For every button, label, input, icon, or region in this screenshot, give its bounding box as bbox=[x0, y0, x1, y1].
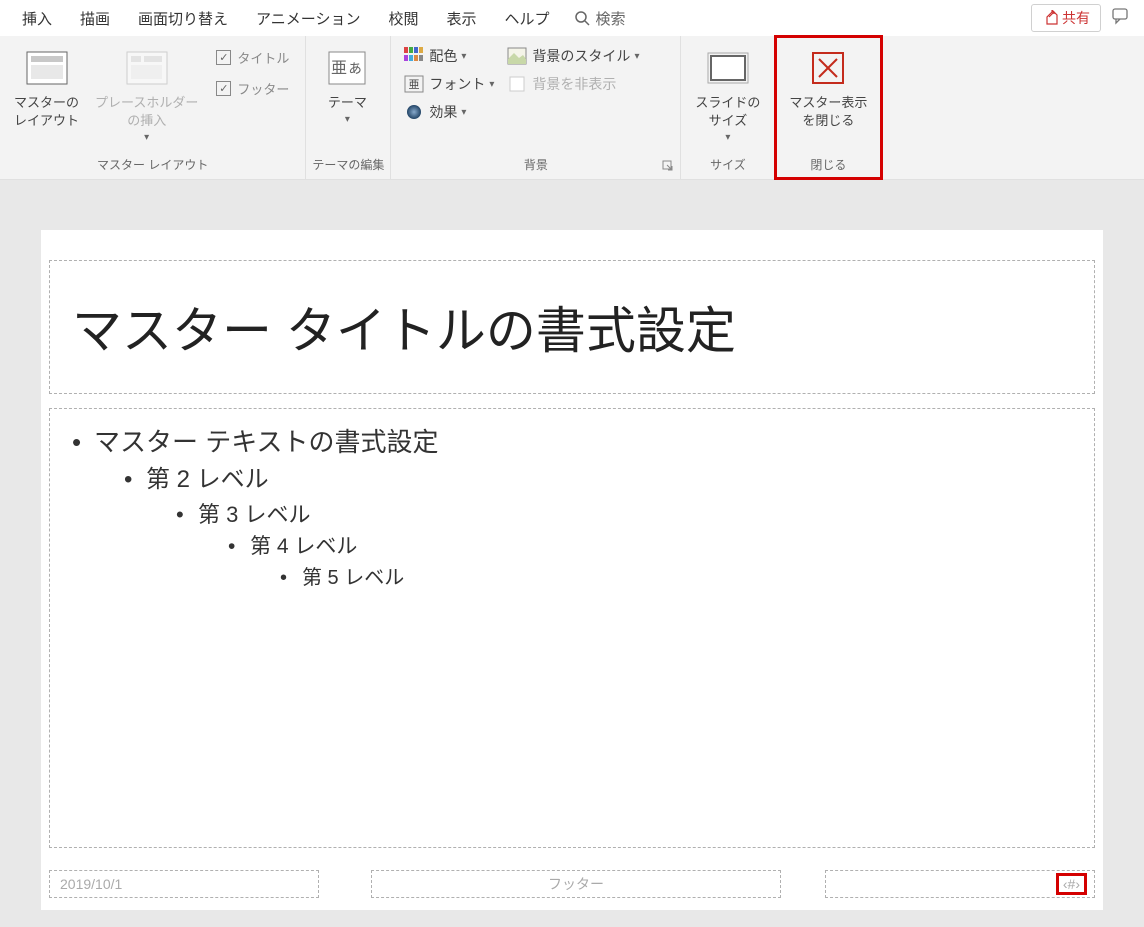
chevron-down-icon: ▾ bbox=[345, 114, 350, 125]
font-label: フォント bbox=[429, 74, 485, 94]
theme-icon: 亜ぁ bbox=[325, 46, 369, 90]
group-label: サイズ bbox=[687, 152, 768, 179]
slide-size-icon bbox=[706, 46, 750, 90]
placeholder-insert-button: プレースホルダー の挿入 ▾ bbox=[87, 40, 206, 149]
date-text: 2019/10/1 bbox=[60, 876, 122, 892]
bg-style-icon bbox=[506, 46, 528, 66]
footer-placeholder[interactable]: フッター bbox=[371, 870, 781, 898]
bullet-level4: 第 4 レベル 第 5 レベル bbox=[228, 531, 1072, 593]
checkbox-footer[interactable]: ✓ フッター bbox=[216, 79, 289, 98]
group-background: 配色 ▾ 亜 フォント ▾ 効果 ▾ bbox=[391, 36, 681, 179]
footer-text: フッター bbox=[548, 874, 604, 894]
tab-animations[interactable]: アニメーション bbox=[242, 4, 374, 33]
chevron-down-icon: ▾ bbox=[489, 79, 494, 90]
chevron-down-icon: ▾ bbox=[461, 51, 466, 62]
checkbox-icon: ✓ bbox=[216, 81, 231, 96]
chevron-down-icon: ▾ bbox=[144, 132, 149, 143]
group-theme-edit: 亜ぁ テーマ ▾ テーマの編集 bbox=[306, 36, 391, 179]
pagenum-placeholder[interactable]: ‹#› bbox=[825, 870, 1095, 898]
master-layout-icon bbox=[25, 46, 69, 90]
chevron-down-icon: ▾ bbox=[461, 107, 466, 118]
group-label: マスター レイアウト bbox=[6, 152, 299, 179]
title-placeholder[interactable]: マスター タイトルの書式設定 bbox=[49, 260, 1095, 394]
group-close: マスター表示 を閉じる 閉じる bbox=[775, 36, 882, 179]
title-text: マスター タイトルの書式設定 bbox=[72, 291, 736, 363]
tab-view[interactable]: 表示 bbox=[432, 4, 490, 33]
group-master-layout: マスターの レイアウト プレースホルダー の挿入 ▾ ✓ タイトル ✓ フッター bbox=[0, 36, 306, 179]
tab-transitions[interactable]: 画面切り替え bbox=[124, 4, 242, 33]
checkbox-icon bbox=[506, 74, 528, 94]
tab-draw[interactable]: 描画 bbox=[66, 4, 124, 33]
chevron-down-icon: ▾ bbox=[634, 51, 639, 62]
group-label: 閉じる bbox=[781, 152, 875, 179]
effect-label: 効果 bbox=[429, 102, 457, 122]
checkbox-icon: ✓ bbox=[216, 50, 231, 65]
search-icon bbox=[574, 10, 590, 26]
effect-button[interactable]: 効果 ▾ bbox=[399, 100, 498, 124]
bullet-level1: マスター テキストの書式設定 第 2 レベル 第 3 レベル 第 4 レベル 第… bbox=[72, 423, 1072, 593]
date-placeholder[interactable]: 2019/10/1 bbox=[49, 870, 319, 898]
search-label: 検索 bbox=[596, 8, 626, 29]
slide-master[interactable]: マスター タイトルの書式設定 マスター テキストの書式設定 第 2 レベル 第 … bbox=[41, 230, 1103, 910]
close-master-label: マスター表示 を閉じる bbox=[789, 94, 867, 130]
bullet-level2: 第 2 レベル 第 3 レベル 第 4 レベル 第 5 レベル bbox=[124, 462, 1072, 593]
master-layout-button[interactable]: マスターの レイアウト bbox=[6, 40, 87, 136]
theme-label: テーマ bbox=[328, 94, 367, 112]
slide-size-label: スライドの サイズ bbox=[695, 94, 760, 130]
ribbon-tabs: 挿入 描画 画面切り替え アニメーション 校閲 表示 ヘルプ 検索 共有 bbox=[0, 0, 1144, 36]
chk-footer-label: フッター bbox=[237, 79, 289, 98]
bullet-level5: 第 5 レベル bbox=[280, 563, 1072, 593]
chk-title-label: タイトル bbox=[237, 48, 289, 67]
ribbon: マスターの レイアウト プレースホルダー の挿入 ▾ ✓ タイトル ✓ フッター bbox=[0, 36, 1144, 180]
search-input[interactable]: 検索 bbox=[574, 8, 626, 29]
tab-insert[interactable]: 挿入 bbox=[8, 4, 66, 33]
font-button[interactable]: 亜 フォント ▾ bbox=[399, 72, 498, 96]
editor-area: マスター タイトルの書式設定 マスター テキストの書式設定 第 2 レベル 第 … bbox=[0, 180, 1144, 927]
chevron-down-icon: ▾ bbox=[725, 132, 730, 143]
svg-text:亜ぁ: 亜ぁ bbox=[331, 60, 363, 77]
svg-text:亜: 亜 bbox=[409, 79, 420, 91]
effect-icon bbox=[403, 102, 425, 122]
group-size: スライドの サイズ ▾ サイズ bbox=[681, 36, 775, 179]
font-icon: 亜 bbox=[403, 74, 425, 94]
close-master-button[interactable]: マスター表示 を閉じる bbox=[781, 40, 875, 136]
checkbox-title[interactable]: ✓ タイトル bbox=[216, 48, 289, 67]
master-layout-label: マスターの レイアウト bbox=[14, 94, 79, 130]
group-label: テーマの編集 bbox=[312, 152, 384, 179]
color-scheme-button[interactable]: 配色 ▾ bbox=[399, 44, 498, 68]
dialog-launcher[interactable] bbox=[662, 159, 676, 173]
tab-help[interactable]: ヘルプ bbox=[490, 4, 563, 33]
pagenum-text: ‹#› bbox=[1059, 876, 1084, 892]
bg-style-label: 背景のスタイル bbox=[532, 46, 630, 66]
close-icon bbox=[806, 46, 850, 90]
slide-size-button[interactable]: スライドの サイズ ▾ bbox=[687, 40, 768, 149]
hide-bg-label: 背景を非表示 bbox=[532, 74, 616, 94]
content-placeholder[interactable]: マスター テキストの書式設定 第 2 レベル 第 3 レベル 第 4 レベル 第… bbox=[49, 408, 1095, 848]
share-label: 共有 bbox=[1062, 8, 1090, 28]
hide-bg-checkbox: 背景を非表示 bbox=[502, 72, 643, 96]
group-label: 背景 bbox=[397, 152, 674, 179]
bullet-level3: 第 3 レベル 第 4 レベル 第 5 レベル bbox=[176, 498, 1072, 593]
share-button[interactable]: 共有 bbox=[1031, 4, 1101, 32]
tab-review[interactable]: 校閲 bbox=[374, 4, 432, 33]
theme-button[interactable]: 亜ぁ テーマ ▾ bbox=[312, 40, 382, 131]
color-scheme-label: 配色 bbox=[429, 46, 457, 66]
placeholder-label: プレースホルダー の挿入 bbox=[95, 94, 198, 130]
comment-icon[interactable] bbox=[1111, 6, 1131, 31]
bg-style-button[interactable]: 背景のスタイル ▾ bbox=[502, 44, 643, 68]
placeholder-icon bbox=[125, 46, 169, 90]
share-icon bbox=[1042, 10, 1058, 26]
palette-icon bbox=[403, 46, 425, 66]
